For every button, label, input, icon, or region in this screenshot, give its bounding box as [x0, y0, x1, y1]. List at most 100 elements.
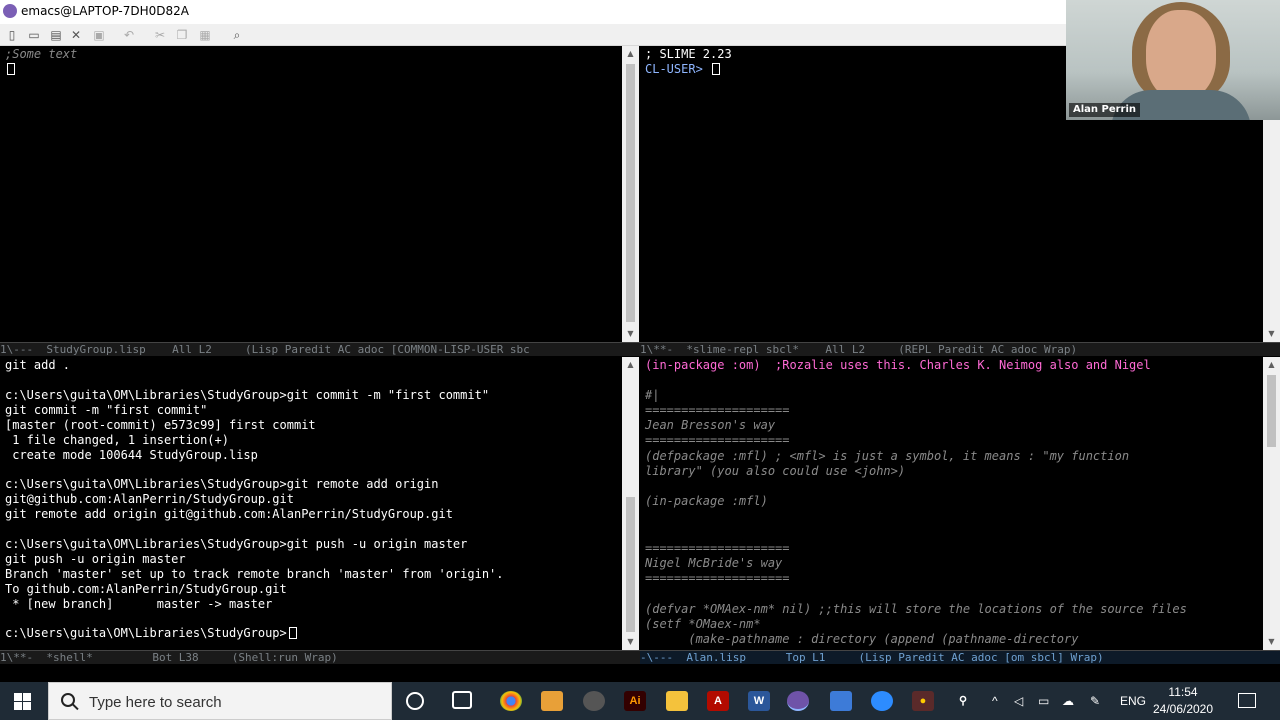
undo-icon[interactable]: ↶: [121, 27, 137, 43]
code-line: ====================: [645, 403, 790, 417]
clock-date: 24/06/2020: [1152, 702, 1214, 716]
webcam-face: [1146, 10, 1216, 100]
window-title: emacs@LAPTOP-7DH0D82A: [21, 4, 190, 18]
language-indicator[interactable]: ENG: [1120, 694, 1146, 708]
modeline-bottom-right[interactable]: -\--- Alan.lisp Top L1 (Lisp Paredit AC …: [640, 650, 1280, 664]
open-dir-icon[interactable]: ▤: [48, 27, 64, 43]
repl-prompt[interactable]: CL-USER>: [645, 62, 721, 77]
code-line: (in-package :mfl): [645, 494, 768, 508]
shell-line: git commit -m "first commit": [5, 403, 208, 417]
settings-icon[interactable]: [830, 691, 852, 711]
copy-icon[interactable]: ❐: [174, 27, 190, 43]
shell-scrollbar[interactable]: ▲ ▼: [622, 357, 639, 650]
shell-buffer[interactable]: git add . c:\Users\guita\OM\Libraries\St…: [0, 357, 622, 650]
acrobat-icon[interactable]: A: [707, 691, 729, 711]
scroll-up-icon[interactable]: ▲: [622, 46, 639, 62]
task-view-icon[interactable]: [452, 691, 472, 709]
text-cursor: [5, 62, 15, 77]
participant-name: Alan Perrin: [1069, 103, 1141, 117]
code-line: ====================: [645, 433, 790, 447]
scroll-thumb[interactable]: [626, 497, 635, 632]
cortana-icon[interactable]: [406, 692, 424, 710]
close-icon[interactable]: ✕: [68, 27, 84, 43]
code-line: ====================: [645, 541, 790, 555]
scroll-up-icon[interactable]: ▲: [622, 357, 639, 373]
app-icon[interactable]: [541, 691, 563, 711]
shell-line: Branch 'master' set up to track remote b…: [5, 567, 504, 581]
prompt-text: c:\Users\guita\OM\Libraries\StudyGroup>: [5, 626, 287, 640]
shell-line: git remote add origin git@github.com:Ala…: [5, 507, 453, 521]
modeline-top-right[interactable]: 1\**- *slime-repl sbcl* All L2 (REPL Par…: [640, 342, 1280, 356]
shell-line: 1 file changed, 1 insertion(+): [5, 433, 229, 447]
notifications-icon[interactable]: [1238, 693, 1256, 708]
shell-line: To github.com:AlanPerrin/StudyGroup.git: [5, 582, 287, 596]
taskbar-search[interactable]: Type here to search: [48, 682, 392, 720]
scroll-down-icon[interactable]: ▼: [1263, 326, 1280, 342]
pen-icon[interactable]: ✎: [1090, 694, 1100, 708]
volume-icon[interactable]: ◁: [1014, 694, 1023, 708]
inkscape-icon[interactable]: [583, 691, 605, 711]
scroll-thumb[interactable]: [626, 64, 635, 322]
code-line: (defvar *OMAex-nm* nil) ;;this will stor…: [645, 602, 1187, 616]
alan-lisp-scrollbar[interactable]: ▲ ▼: [1263, 357, 1280, 650]
alan-lisp-buffer[interactable]: (in-package :om) ;Rozalie uses this. Cha…: [640, 357, 1263, 650]
shell-line: create mode 100644 StudyGroup.lisp: [5, 448, 258, 462]
shell-line: git@github.com:AlanPerrin/StudyGroup.git: [5, 492, 294, 506]
shell-line: [master (root-commit) e573c99] first com…: [5, 418, 316, 432]
shell-line: c:\Users\guita\OM\Libraries\StudyGroup>g…: [5, 388, 490, 402]
app-icon-2[interactable]: ●: [912, 691, 934, 711]
paste-icon[interactable]: ▦: [197, 27, 213, 43]
code-line: #|: [645, 388, 660, 402]
code-line: (make-pathname : directory (append (path…: [645, 632, 1079, 646]
shell-prompt[interactable]: c:\Users\guita\OM\Libraries\StudyGroup>: [5, 626, 297, 641]
scroll-down-icon[interactable]: ▼: [1263, 634, 1280, 650]
wifi-icon[interactable]: ▭: [1038, 694, 1049, 708]
network-app-icon[interactable]: ⚲: [952, 691, 974, 711]
top-left-scrollbar[interactable]: ▲ ▼: [622, 46, 639, 342]
code-line: (in-package :om) ;Rozalie uses this. Cha…: [645, 358, 1151, 372]
code-line: (setf *OMaex-nm*: [645, 617, 761, 631]
top-right-scrollbar[interactable]: ▼: [1263, 120, 1280, 342]
code-line: Nigel McBride's way: [645, 556, 783, 570]
onedrive-icon[interactable]: ☁: [1062, 694, 1074, 708]
webcam-overlay: Alan Perrin: [1066, 0, 1280, 120]
studygroup-buffer[interactable]: ;Some text: [0, 46, 622, 342]
clock[interactable]: 11:54 24/06/2020: [1148, 684, 1218, 718]
shell-line: * [new branch] master -> master: [5, 597, 273, 611]
chrome-icon[interactable]: [500, 691, 522, 711]
scroll-up-icon[interactable]: ▲: [1263, 357, 1280, 373]
search-icon[interactable]: ⌕: [229, 27, 245, 43]
code-line: Jean Bresson's way: [645, 418, 776, 432]
search-placeholder: Type here to search: [89, 694, 222, 711]
shell-line: c:\Users\guita\OM\Libraries\StudyGroup>g…: [5, 477, 439, 491]
zoom-icon[interactable]: [871, 691, 893, 711]
prompt-text: CL-USER>: [645, 62, 711, 76]
word-icon[interactable]: W: [748, 691, 770, 711]
open-file-icon[interactable]: ▭: [26, 27, 42, 43]
code-line: (defpackage :mfl) ; <mfl> is just a symb…: [645, 449, 1130, 463]
repl-cursor: [712, 63, 721, 75]
illustrator-icon[interactable]: Ai: [624, 691, 646, 711]
chevron-up-icon[interactable]: ^: [992, 694, 998, 708]
modeline-bottom-left[interactable]: 1\**- *shell* Bot L38 (Shell:run Wrap): [0, 650, 640, 664]
cut-icon[interactable]: ✂: [152, 27, 168, 43]
windows-start-icon[interactable]: [14, 693, 31, 710]
scroll-down-icon[interactable]: ▼: [622, 634, 639, 650]
scroll-thumb[interactable]: [1267, 375, 1276, 447]
save-icon[interactable]: ▣: [91, 27, 107, 43]
emacs-taskbar-icon[interactable]: [787, 691, 809, 711]
clock-time: 11:54: [1168, 685, 1198, 699]
modeline-top-left[interactable]: 1\--- StudyGroup.lisp All L2 (Lisp Pared…: [0, 342, 640, 356]
minibuffer[interactable]: [0, 664, 1280, 682]
shell-cursor: [288, 627, 297, 639]
scroll-down-icon[interactable]: ▼: [622, 326, 639, 342]
taskbar: Type here to search Ai A W ● ⚲ ^ ◁ ▭ ☁ ✎…: [0, 682, 1280, 720]
buffer-line: ;Some text: [5, 47, 78, 61]
repl-banner: ; SLIME 2.23: [645, 47, 732, 61]
search-icon: [61, 693, 75, 707]
shell-line: git add .: [5, 358, 71, 372]
file-explorer-icon[interactable]: [666, 691, 688, 711]
shell-line: git push -u origin master: [5, 552, 186, 566]
code-line: ====================: [645, 571, 790, 585]
new-file-icon[interactable]: ▯: [4, 27, 20, 43]
